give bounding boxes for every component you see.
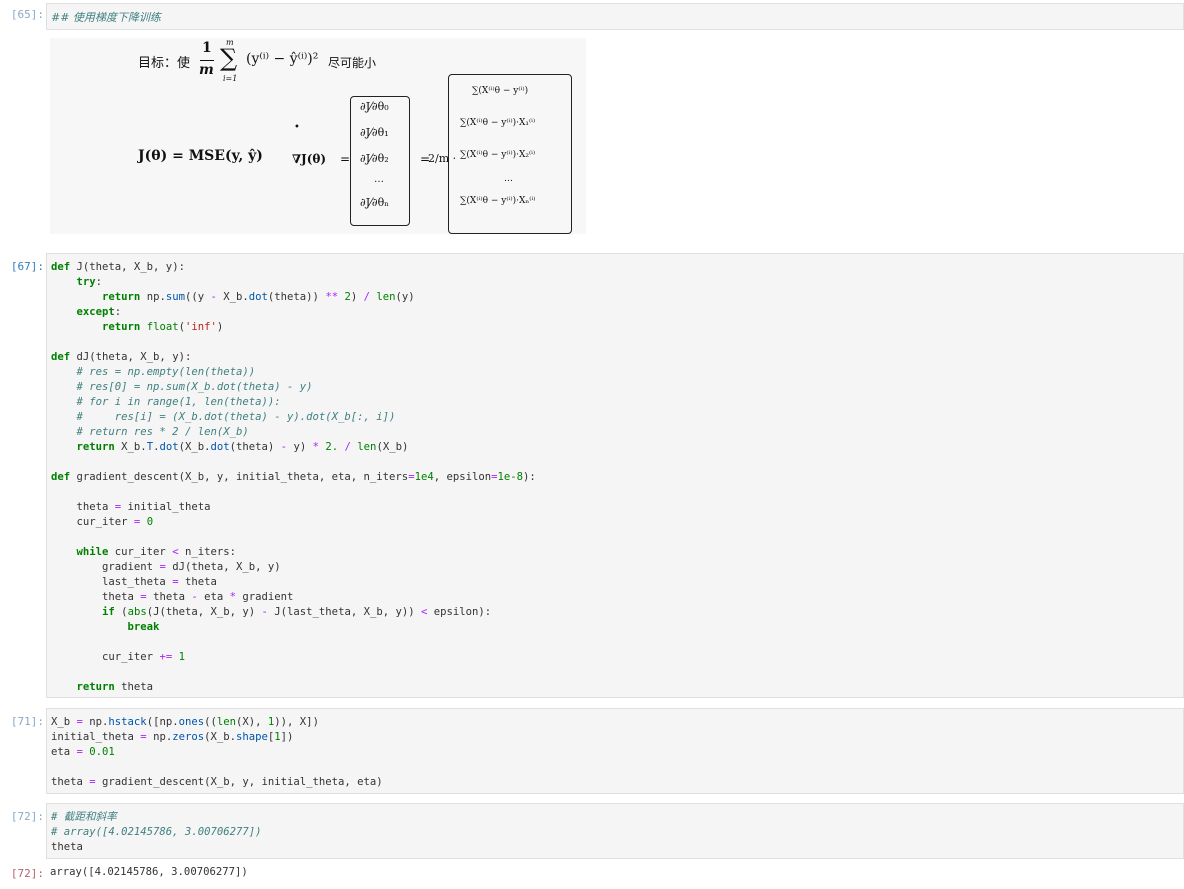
cell-prompt: [71]: [10, 715, 44, 728]
sum-term: ∑(X⁽ⁱ⁾θ − y⁽ⁱ⁾)·Xₙ⁽ⁱ⁾ [460, 196, 536, 206]
partial-term: ∂J⁄∂θₙ [360, 196, 390, 209]
code-line: def J(theta, X_b, y): [51, 261, 185, 273]
code-line: # 截距和斜率 [51, 811, 117, 823]
partial-term: ∂J⁄∂θ₀ [360, 100, 389, 113]
output-prompt: [72]: [10, 867, 44, 880]
cell-prompt: [67]: [10, 260, 44, 273]
code-line: theta = initial_theta [51, 501, 211, 513]
code-line: last_theta = theta [51, 576, 217, 588]
markdown-input-area[interactable]: ## 使用梯度下降训练 [46, 3, 1184, 30]
code-line: while cur_iter < n_iters: [76, 546, 236, 558]
code-line: cur_iter += 1 [51, 651, 185, 663]
sum-term: ∑(X⁽ⁱ⁾θ − y⁽ⁱ⁾)·X₁⁽ⁱ⁾ [460, 118, 536, 128]
goal-label: 目标：使 [138, 56, 191, 71]
code-cell[interactable]: [71]: X_b = np.hstack([np.ones((len(X), … [0, 708, 1184, 794]
code-line: return float('inf') [102, 321, 224, 333]
sum-term: ∑(X⁽ⁱ⁾θ − y⁽ⁱ⁾)·X₂⁽ⁱ⁾ [460, 150, 536, 160]
goal-sum-bot: i=1 [223, 74, 238, 83]
code-line: # res[0] = np.sum(X_b.dot(theta) - y) [76, 381, 313, 393]
code-editor[interactable]: X_b = np.hstack([np.ones((len(X), 1)), X… [51, 715, 383, 790]
goal-frac-bar [200, 60, 214, 61]
code-line: ​ [51, 455, 536, 470]
formula-image: 目标：使 1 m m ∑ i=1 (y⁽ⁱ⁾ − ŷ⁽ⁱ⁾)² 尽可能小 J(θ… [50, 38, 586, 234]
code-line: eta = 0.01 [51, 746, 115, 758]
code-line: try: [76, 276, 103, 288]
code-line: theta = gradient_descent(X_b, y, initial… [51, 776, 383, 788]
goal-suffix: 尽可能小 [328, 56, 377, 70]
code-line: return X_b.T.dot(X_b.dot(theta) - y) * 2… [76, 441, 409, 453]
markdown-heading: ## 使用梯度下降训练 [51, 11, 161, 24]
code-input-area[interactable]: X_b = np.hstack([np.ones((len(X), 1)), X… [46, 708, 1184, 794]
code-line: return np.sum((y - X_b.dot(theta)) ** 2)… [102, 291, 415, 303]
code-line: # res[i] = (X_b.dot(theta) - y).dot(X_b[… [76, 411, 396, 423]
code-editor[interactable]: # 截距和斜率 # array([4.02145786, 3.00706277])… [51, 810, 261, 855]
goal-frac-num: 1 [202, 40, 212, 56]
cell-prompt: [72]: [10, 810, 44, 823]
sum-term: ∑(X⁽ⁱ⁾θ − y⁽ⁱ⁾) [472, 86, 529, 96]
code-line: ​ [51, 485, 536, 500]
code-line: X_b = np.hstack([np.ones((len(X), 1)), X… [51, 716, 319, 728]
cost-definition: J(θ) = MSE(y, ŷ) [138, 148, 263, 164]
code-input-area[interactable]: # 截距和斜率 # array([4.02145786, 3.00706277])… [46, 803, 1184, 859]
cell-prompt: [65]: [10, 8, 44, 21]
goal-expr: (y⁽ⁱ⁾ − ŷ⁽ⁱ⁾)² [246, 51, 319, 67]
code-line: ​ [51, 530, 536, 545]
code-line: # for i in range(1, len(theta)): [76, 396, 281, 408]
code-line: ​ [51, 635, 536, 650]
code-line: ​ [51, 760, 383, 775]
code-line: return theta [76, 681, 154, 693]
code-line: ​ [51, 665, 536, 680]
cell-output: array([4.02145786, 3.00706277]) [50, 866, 248, 878]
code-line: gradient = dJ(theta, X_b, y) [51, 561, 281, 573]
code-line: # array([4.02145786, 3.00706277]) [51, 826, 262, 838]
gradient-symbol: ∇J(θ) [292, 152, 327, 166]
code-line: ​ [51, 335, 536, 350]
partial-term: ∂J⁄∂θ₂ [360, 152, 389, 165]
code-line: cur_iter = 0 [51, 516, 154, 528]
cursor-dot-icon: • [294, 122, 300, 133]
goal-frac-den: m [199, 62, 214, 78]
code-line: # res = np.empty(len(theta)) [76, 366, 256, 378]
code-line: theta = theta - eta * gradient [51, 591, 294, 603]
code-cell[interactable]: [67]: def J(theta, X_b, y): try: return … [0, 253, 1184, 699]
code-editor[interactable]: def J(theta, X_b, y): try: return np.sum… [51, 260, 536, 695]
partial-term: … [374, 174, 384, 185]
code-line: # return res * 2 / len(X_b) [76, 426, 249, 438]
partial-term: ∂J⁄∂θ₁ [360, 126, 389, 139]
equals-1: = [340, 152, 351, 166]
code-cell[interactable]: [72]: # 截距和斜率 # array([4.02145786, 3.0070… [0, 803, 1184, 859]
code-input-area[interactable]: def J(theta, X_b, y): try: return np.sum… [46, 253, 1184, 698]
sum-term: … [504, 174, 513, 184]
code-line: break [127, 621, 160, 633]
code-line: initial_theta = np.zeros(X_b.shape[1]) [51, 731, 294, 743]
code-line: if (abs(J(theta, X_b, y) - J(last_theta,… [102, 606, 492, 618]
code-line: def dJ(theta, X_b, y): [51, 351, 192, 363]
code-line: theta [51, 841, 83, 853]
code-line: def gradient_descent(X_b, y, initial_the… [51, 471, 536, 483]
sigma-icon: ∑ [220, 44, 238, 72]
code-line: except: [76, 306, 122, 318]
